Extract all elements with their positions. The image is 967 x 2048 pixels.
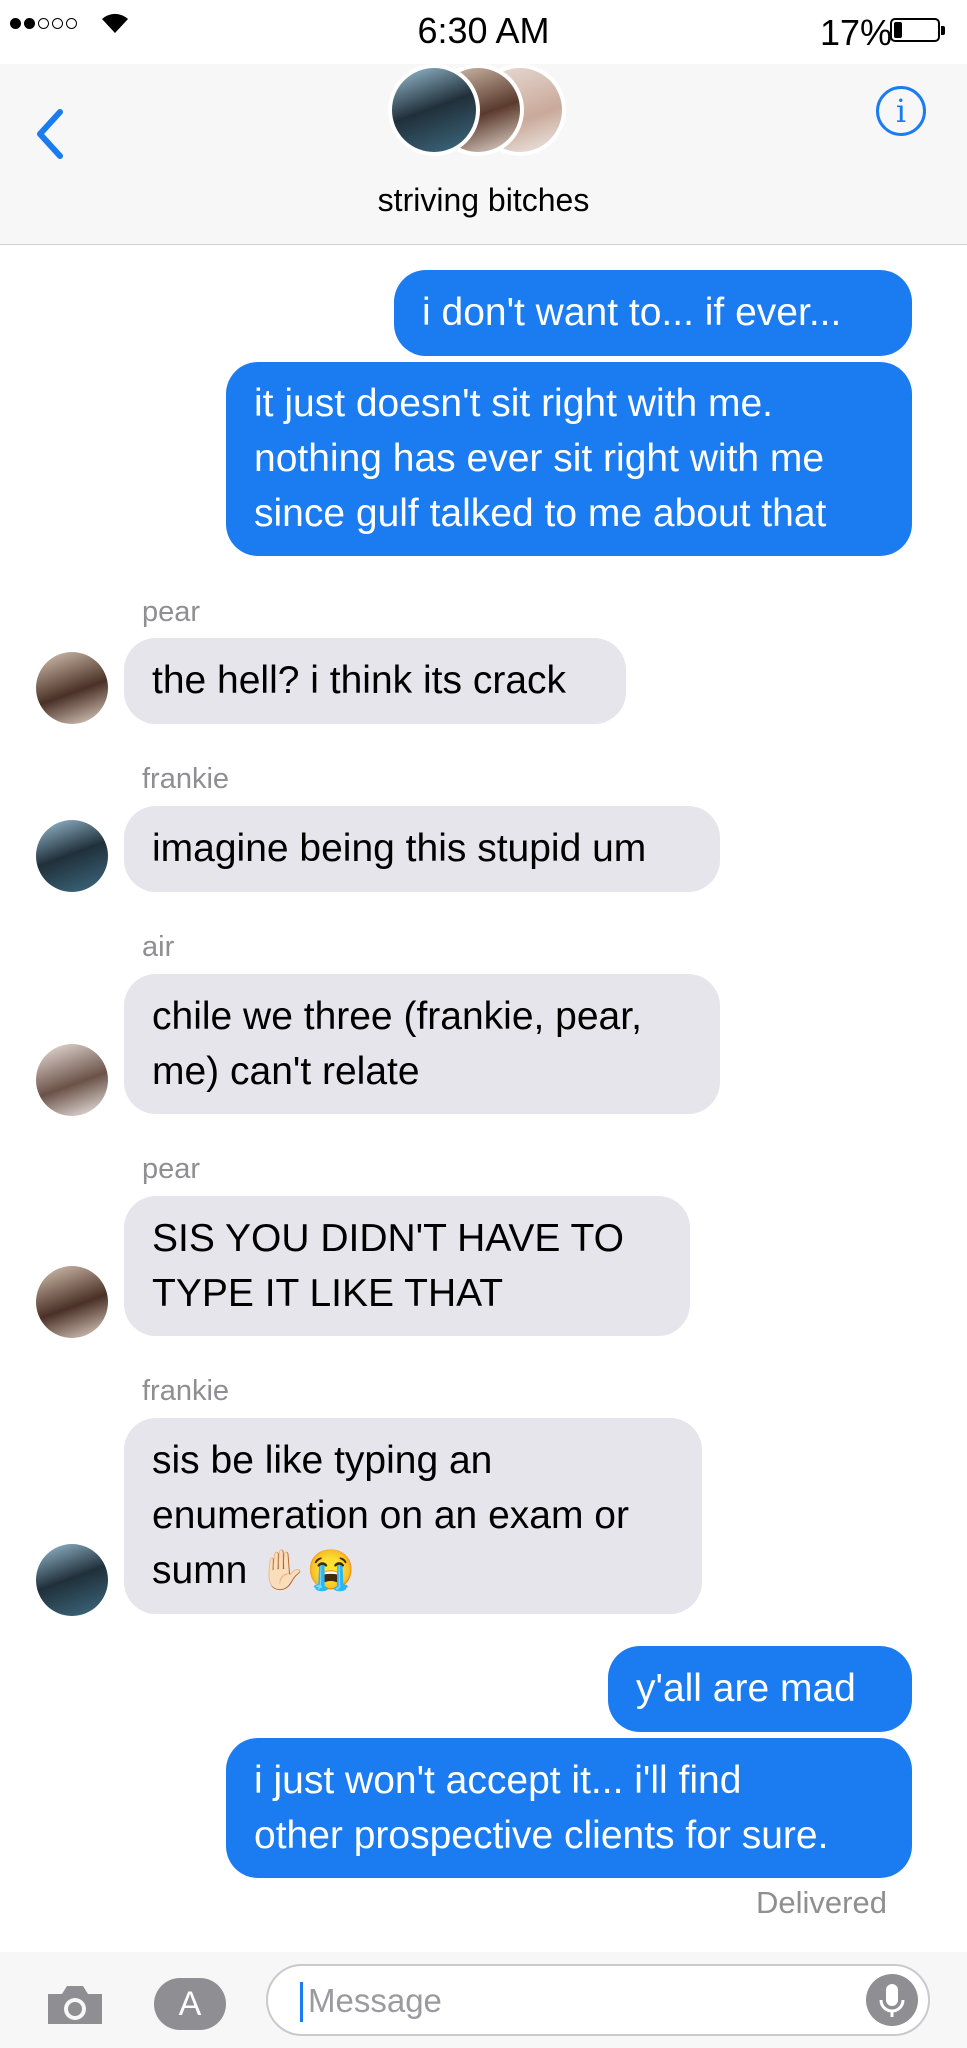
message-line: nothing has ever sit right with me [254,437,825,480]
message-bubble-outgoing[interactable]: i just won't accept it... i'll find othe… [226,1738,912,1878]
message-line: it just doesn't sit right with me. [254,382,773,425]
message-bubble-incoming[interactable]: SIS YOU DIDN'T HAVE TO TYPE IT LIKE THAT [124,1196,690,1336]
message-bubble-outgoing[interactable]: y'all are mad [608,1646,912,1732]
message-line: i don't want to... if ever... [422,291,842,334]
camera-icon[interactable] [44,1982,106,2028]
avatar[interactable] [36,1266,108,1338]
message-line: since gulf talked to me about that [254,492,827,535]
message-composer: A [0,1952,967,2048]
message-line: imagine being this stupid um [152,827,647,870]
message-input[interactable] [308,1978,828,2024]
message-bubble-incoming[interactable]: chile we three (frankie, pear, me) can't… [124,974,720,1114]
back-chevron-icon[interactable] [30,104,70,164]
message-field[interactable] [266,1964,930,2036]
message-line: sumn ✋🏻😭 [152,1549,356,1592]
avatar[interactable] [36,1044,108,1116]
sender-name: pear [142,1153,201,1185]
message-line: chile we three (frankie, pear, [152,995,642,1038]
battery-icon [890,18,945,42]
mic-icon[interactable] [866,1974,918,2026]
status-bar: 6:30 AM 17% [0,0,967,64]
message-line: sis be like typing an [152,1439,493,1482]
info-icon[interactable]: i [876,86,926,136]
avatar [388,64,480,156]
text-cursor [300,1982,303,2022]
sender-name: frankie [142,1375,230,1407]
sender-name: frankie [142,763,230,795]
message-line: TYPE IT LIKE THAT [152,1272,504,1315]
conversation-header: striving bitches i [0,64,967,245]
sender-name: pear [142,596,201,628]
message-bubble-incoming[interactable]: the hell? i think its crack [124,638,626,724]
sender-name: air [142,931,175,963]
avatar[interactable] [36,652,108,724]
message-line: SIS YOU DIDN'T HAVE TO [152,1217,624,1260]
message-line: other prospective clients for sure. [254,1814,829,1857]
app-store-icon[interactable]: A [154,1978,226,2030]
delivered-status: Delivered [756,1885,887,1920]
conversation-title[interactable]: striving bitches [0,182,967,219]
message-line: i just won't accept it... i'll find [254,1759,742,1802]
battery-percentage: 17% [820,12,893,53]
message-line: the hell? i think its crack [152,659,567,702]
message-bubble-outgoing[interactable]: it just doesn't sit right with me. nothi… [226,362,912,556]
message-bubble-outgoing[interactable]: i don't want to... if ever... [394,270,912,356]
message-line: y'all are mad [636,1667,856,1710]
avatar[interactable] [36,1544,108,1616]
message-line: me) can't relate [152,1050,420,1093]
message-bubble-incoming[interactable]: imagine being this stupid um [124,806,720,892]
group-avatars[interactable] [388,64,588,160]
message-bubble-incoming[interactable]: sis be like typing an enumeration on an … [124,1418,702,1614]
message-line: enumeration on an exam or [152,1494,629,1537]
avatar[interactable] [36,820,108,892]
